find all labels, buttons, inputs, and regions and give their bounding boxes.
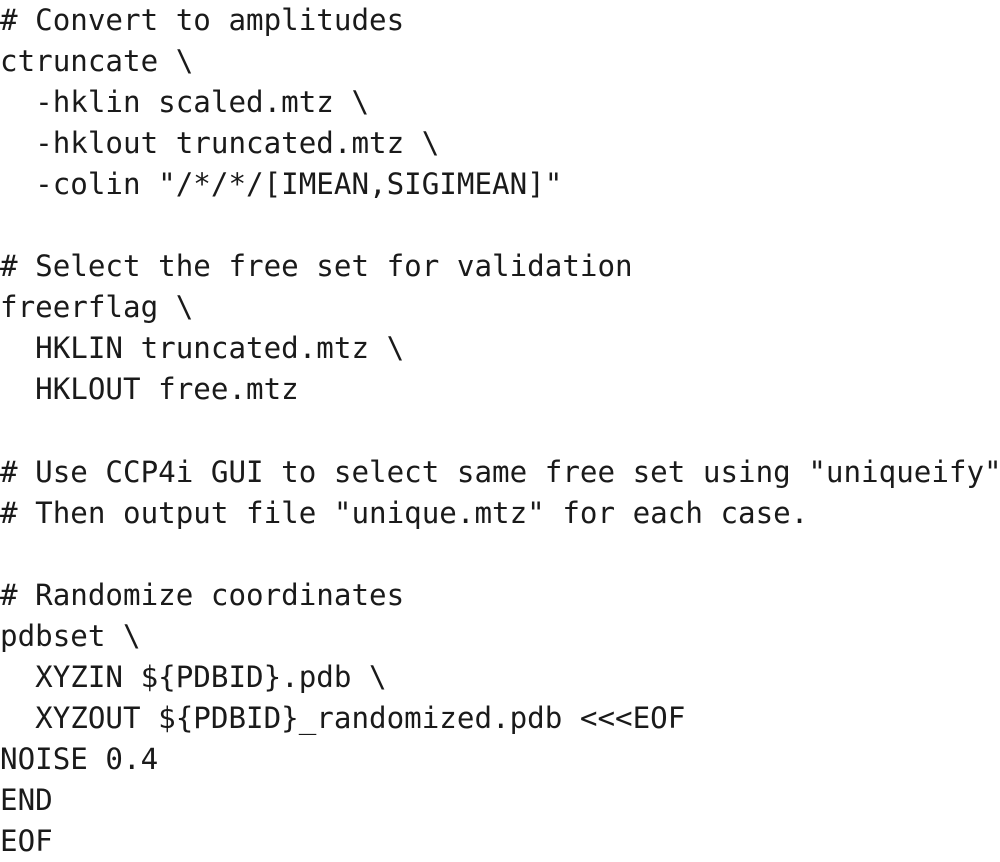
code-line: END (0, 782, 53, 817)
code-line: XYZOUT ${PDBID}_randomized.pdb <<<EOF (0, 700, 686, 735)
code-line: -colin "/*/*/[IMEAN,SIGIMEAN]" (0, 167, 563, 202)
code-line: NOISE 0.4 (0, 741, 159, 776)
code-line: HKLOUT free.mtz (0, 372, 299, 407)
code-line: # Use CCP4i GUI to select same free set … (0, 454, 1000, 489)
code-line: -hklin scaled.mtz \ (0, 85, 370, 120)
code-line: -hklout truncated.mtz \ (0, 126, 440, 161)
code-line: # Select the free set for validation (0, 249, 633, 284)
code-line: # Convert to amplitudes (0, 3, 405, 37)
code-line: # Randomize coordinates (0, 577, 405, 612)
code-line: # Then output file "unique.mtz" for each… (0, 495, 809, 530)
code-line: pdbset \ (0, 618, 141, 653)
code-line: XYZIN ${PDBID}.pdb \ (0, 659, 387, 694)
code-line: ctruncate \ (0, 44, 194, 79)
code-listing: # Convert to amplitudes ctruncate \ -hkli… (0, 0, 1000, 858)
code-line: freerflag \ (0, 290, 194, 325)
code-line: HKLIN truncated.mtz \ (0, 331, 405, 366)
code-line: EOF (0, 823, 53, 858)
